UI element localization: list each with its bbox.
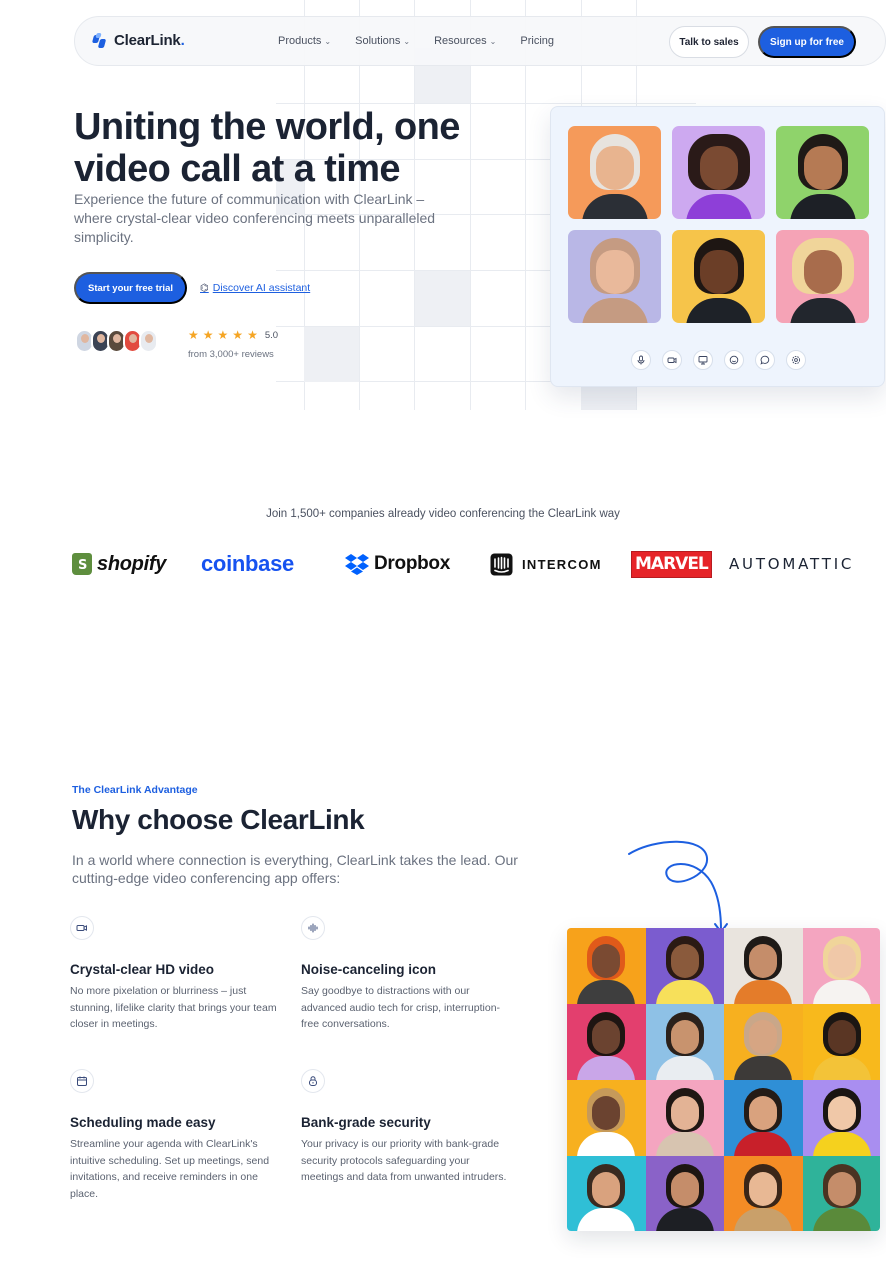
- feature-description: No more pixelation or blurriness – just …: [70, 985, 277, 1030]
- participant-tile: [672, 230, 765, 323]
- talk-to-sales-button[interactable]: Talk to sales: [669, 26, 749, 58]
- feature-title: Crystal-clear HD video: [70, 962, 215, 977]
- shopify-bag-icon: S: [72, 553, 92, 575]
- chat-icon[interactable]: [755, 350, 775, 370]
- person-photo: [645, 1156, 725, 1231]
- video-call-preview: [550, 106, 885, 387]
- person-photo: [645, 928, 725, 1004]
- review-count: from 3,000+ reviews: [188, 349, 274, 360]
- feature-scheduling: Scheduling made easy Streamline your age…: [70, 1069, 280, 1202]
- feature-title: Noise-canceling icon: [301, 962, 437, 977]
- participant-tile: [672, 126, 765, 219]
- intercom-logo: INTERCOM: [490, 548, 602, 580]
- lock-icon: [301, 1069, 325, 1093]
- star-icon: ★: [247, 328, 258, 342]
- participant-tile: [568, 126, 661, 219]
- person-photo: [567, 928, 646, 1004]
- call-controls: [631, 350, 806, 370]
- person-photo: [802, 1004, 880, 1080]
- person-photo: [802, 1156, 880, 1231]
- feature-description: Your privacy is our priority with bank-g…: [301, 1138, 507, 1183]
- feature-noise-canceling: Noise-canceling icon Say goodbye to dist…: [301, 916, 511, 1033]
- section-subtitle: In a world where connection is everythin…: [72, 852, 518, 886]
- chevron-down-icon: ⌄: [403, 36, 411, 46]
- main-menu: Products ⌄ Solutions ⌄ Resources ⌄ Pricing: [278, 35, 554, 47]
- person-photo: [567, 1156, 646, 1231]
- start-free-trial-button[interactable]: Start your free trial: [74, 272, 187, 304]
- person-photo: [724, 1004, 803, 1080]
- participant-tile: [776, 230, 869, 323]
- chevron-down-icon: ⌄: [489, 36, 497, 46]
- person-photo: [724, 1156, 803, 1231]
- shopify-logo: S shopify: [72, 548, 166, 580]
- settings-icon[interactable]: [786, 350, 806, 370]
- feature-description: Say goodbye to distractions with our adv…: [301, 985, 501, 1030]
- participant-tile: [776, 126, 869, 219]
- person-photo: [724, 928, 803, 1004]
- person-photo: [724, 1080, 803, 1156]
- person-photo: [645, 1004, 725, 1080]
- person-photo: [645, 1080, 725, 1156]
- star-icon: ★: [202, 328, 214, 342]
- chevron-down-icon: ⌄: [324, 36, 332, 46]
- feature-hd-video: Crystal-clear HD video No more pixelatio…: [70, 916, 280, 1033]
- section-title: Why choose ClearLink: [72, 804, 365, 835]
- automattic-logo: AUTOMATTIC: [729, 555, 855, 573]
- star-icon: ★: [188, 328, 199, 342]
- clearlink-logo-icon: [91, 32, 108, 49]
- emoji-icon[interactable]: [724, 350, 744, 370]
- discover-ai-link[interactable]: ⌬ Discover AI assistant: [200, 282, 310, 294]
- top-navbar: ClearLink. Products ⌄ Solutions ⌄ Resource…: [74, 16, 886, 66]
- video-icon: [70, 916, 94, 940]
- menu-products[interactable]: Products ⌄: [278, 35, 331, 47]
- soundwave-icon: [301, 916, 325, 940]
- rating-stars: ★ ★ ★ ★ ★ 5.0: [188, 328, 278, 342]
- company-logos: S shopify coinbase Dropbox INTERCOM MARV…: [72, 548, 872, 580]
- curly-arrow-icon: [628, 840, 728, 933]
- landing-page: ClearLink. Products ⌄ Solutions ⌄ Resource…: [0, 0, 886, 1280]
- dropbox-icon: [345, 554, 369, 575]
- star-icon: ★: [217, 328, 229, 342]
- dropbox-logo: Dropbox: [345, 548, 450, 580]
- feature-title: Bank-grade security: [301, 1115, 431, 1130]
- hero-title: Uniting the world, one video call at a t…: [74, 106, 460, 190]
- sign-up-button[interactable]: Sign up for free: [758, 26, 856, 58]
- reviewer-avatars: [75, 329, 158, 353]
- rating-value: 5.0: [264, 329, 279, 341]
- star-icon: ★: [232, 328, 244, 342]
- screen-share-icon[interactable]: [693, 350, 713, 370]
- feature-description: Streamline your agenda with ClearLink's …: [70, 1138, 270, 1200]
- camera-icon[interactable]: [662, 350, 682, 370]
- person-photo: [567, 1080, 646, 1156]
- person-photo: [802, 1080, 880, 1156]
- section-eyebrow: The ClearLink Advantage: [72, 784, 198, 796]
- calendar-icon: [70, 1069, 94, 1093]
- person-photo: [802, 928, 880, 1004]
- ai-assistant-icon: ⌬: [200, 282, 209, 294]
- person-photo: [567, 1004, 646, 1080]
- brand-name: ClearLink.: [114, 32, 185, 49]
- brand-logo[interactable]: ClearLink.: [91, 32, 185, 49]
- intercom-icon: [490, 553, 513, 575]
- feature-title: Scheduling made easy: [70, 1115, 216, 1130]
- avatar: [139, 329, 158, 353]
- menu-solutions[interactable]: Solutions ⌄: [355, 35, 410, 47]
- coinbase-logo: coinbase: [201, 551, 294, 576]
- marvel-logo: MARVEL: [631, 548, 712, 580]
- menu-pricing[interactable]: Pricing: [520, 35, 554, 47]
- hero-subtitle: Experience the future of communication w…: [74, 191, 436, 245]
- microphone-icon[interactable]: [631, 350, 651, 370]
- menu-resources[interactable]: Resources ⌄: [434, 35, 496, 47]
- companies-heading: Join 1,500+ companies already video conf…: [266, 508, 620, 520]
- feature-security: Bank-grade security Your privacy is our …: [301, 1069, 511, 1186]
- people-photo-grid: [567, 928, 880, 1231]
- participant-tile: [568, 230, 661, 323]
